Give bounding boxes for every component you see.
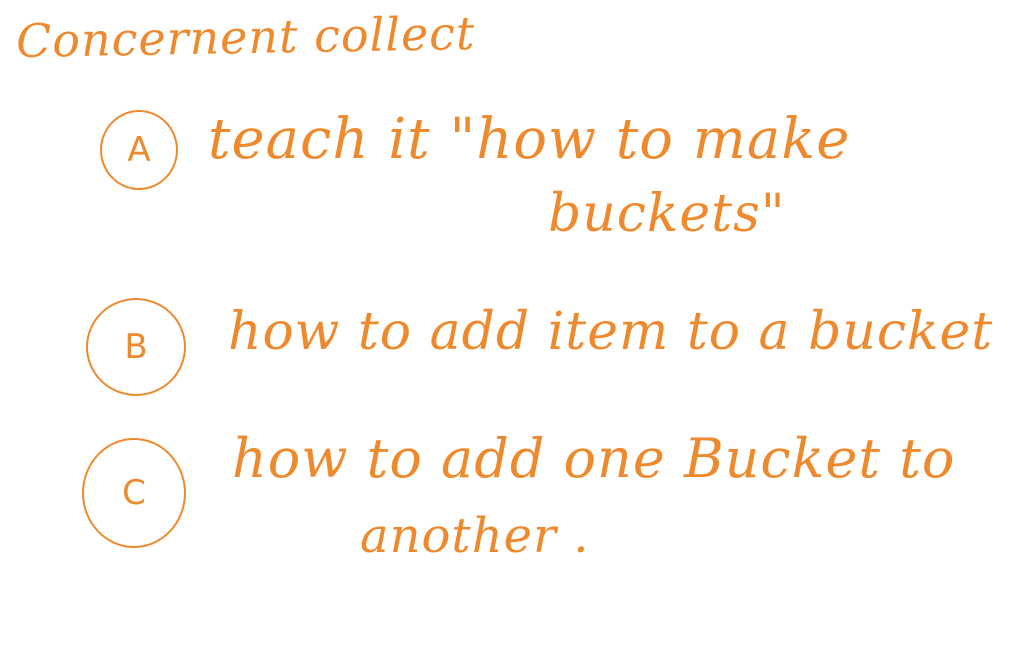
item-c-line-2: another . [360, 508, 590, 564]
note-title: Concernent collect [15, 5, 476, 69]
item-b-marker: B [86, 298, 186, 396]
item-b-line-1: how to add item to a bucket [228, 302, 994, 362]
item-c-marker-letter: C [122, 473, 146, 513]
item-c-line-1: how to add one Bucket to [232, 427, 956, 490]
item-a-line-2: buckets" [548, 184, 786, 244]
item-a-marker: A [100, 110, 178, 190]
item-a-line-1: teach it "how to make [208, 107, 851, 172]
item-b-marker-letter: B [124, 327, 148, 367]
item-a-marker-letter: A [127, 130, 151, 170]
whiteboard-canvas: Concernent collect A teach it "how to ma… [0, 0, 1013, 672]
item-c-marker: C [82, 438, 186, 548]
